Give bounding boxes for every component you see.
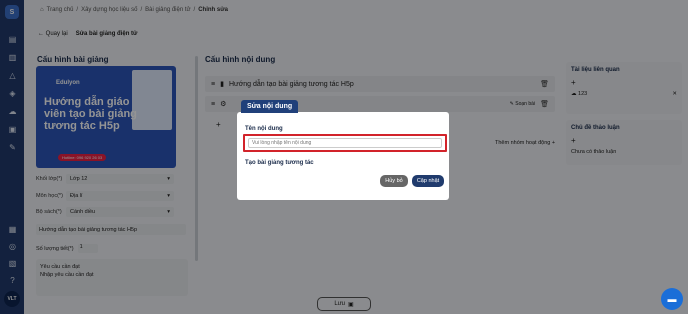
content-name-highlight — [243, 134, 447, 152]
modal-title: Sửa nội dung — [241, 100, 299, 113]
cancel-button[interactable]: Hủy bỏ — [380, 175, 408, 187]
chat-icon[interactable]: ▬ — [661, 288, 683, 310]
content-name-input[interactable] — [248, 138, 442, 148]
interactive-lesson-label: Tạo bài giảng tương tác — [245, 160, 314, 166]
content-name-label: Tên nội dung — [245, 126, 283, 132]
update-button[interactable]: Cập nhật — [412, 175, 444, 187]
edit-content-modal: Sửa nội dung Tên nội dung Tạo bài giảng … — [237, 100, 449, 200]
